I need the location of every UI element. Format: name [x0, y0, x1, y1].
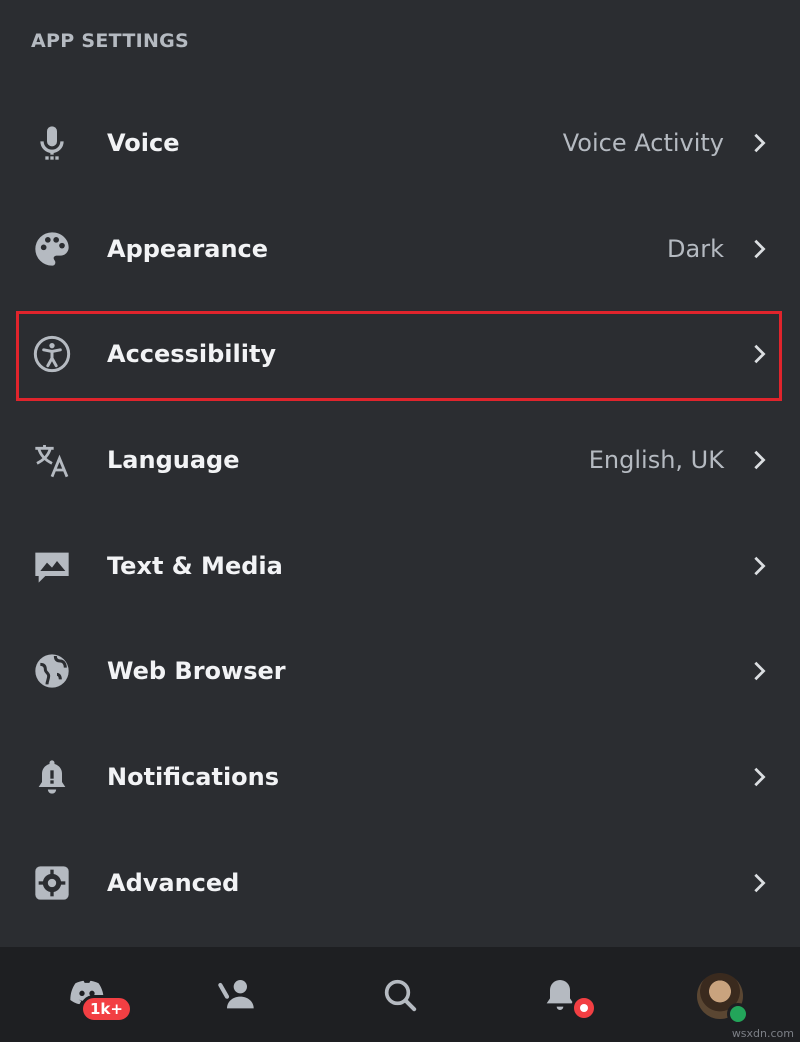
settings-row-voice[interactable]: Voice Voice Activity	[0, 90, 800, 196]
row-label: Advanced	[107, 868, 240, 897]
unread-count-badge: 1k+	[80, 995, 133, 1023]
section-header: APP SETTINGS	[31, 30, 190, 52]
settings-list: Voice Voice Activity Appearance Dark Acc…	[0, 90, 800, 936]
row-label: Notifications	[107, 762, 280, 791]
row-label: Web Browser	[107, 657, 286, 686]
chevron-right-icon	[754, 662, 766, 681]
image-icon	[30, 544, 74, 588]
settings-row-language[interactable]: Language English, UK	[0, 407, 800, 513]
friends-icon	[218, 979, 254, 1008]
bell-icon	[30, 755, 74, 799]
row-value: English, UK	[588, 445, 724, 474]
online-status-indicator	[727, 1003, 749, 1025]
row-label: Language	[107, 445, 240, 474]
settings-row-notifications[interactable]: Notifications	[0, 724, 800, 830]
bottom-tab-bar: 1k+ wsxdn.com	[0, 947, 800, 1042]
watermark: wsxdn.com	[731, 1027, 794, 1040]
settings-row-text-media[interactable]: Text & Media	[0, 513, 800, 619]
chevron-right-icon	[754, 133, 766, 153]
row-label: Appearance	[107, 234, 269, 263]
row-label: Accessibility	[107, 340, 277, 369]
mentions-badge	[571, 995, 597, 1021]
accessibility-icon	[30, 332, 74, 376]
tab-friends[interactable]	[187, 947, 287, 1042]
chevron-right-icon	[754, 556, 766, 575]
chevron-right-icon	[754, 450, 766, 470]
tab-search[interactable]	[350, 947, 450, 1042]
row-value: Voice Activity	[562, 128, 724, 157]
settings-row-advanced[interactable]: Advanced	[0, 830, 800, 936]
gear-icon	[30, 861, 74, 905]
chevron-right-icon	[754, 873, 766, 892]
palette-icon	[30, 227, 74, 271]
row-label: Text & Media	[107, 551, 283, 580]
settings-row-accessibility[interactable]: Accessibility	[0, 301, 800, 407]
chevron-right-icon	[754, 344, 766, 364]
microphone-icon	[30, 121, 74, 165]
row-value: Dark	[667, 234, 724, 263]
chevron-right-icon	[754, 239, 766, 258]
row-label: Voice	[107, 128, 180, 157]
chevron-right-icon	[754, 767, 766, 787]
tab-notifications[interactable]	[510, 947, 610, 1042]
search-icon	[384, 979, 417, 1011]
translate-icon	[30, 438, 74, 482]
settings-row-appearance[interactable]: Appearance Dark	[0, 196, 800, 302]
globe-icon	[30, 649, 74, 693]
settings-row-web-browser[interactable]: Web Browser	[0, 618, 800, 724]
